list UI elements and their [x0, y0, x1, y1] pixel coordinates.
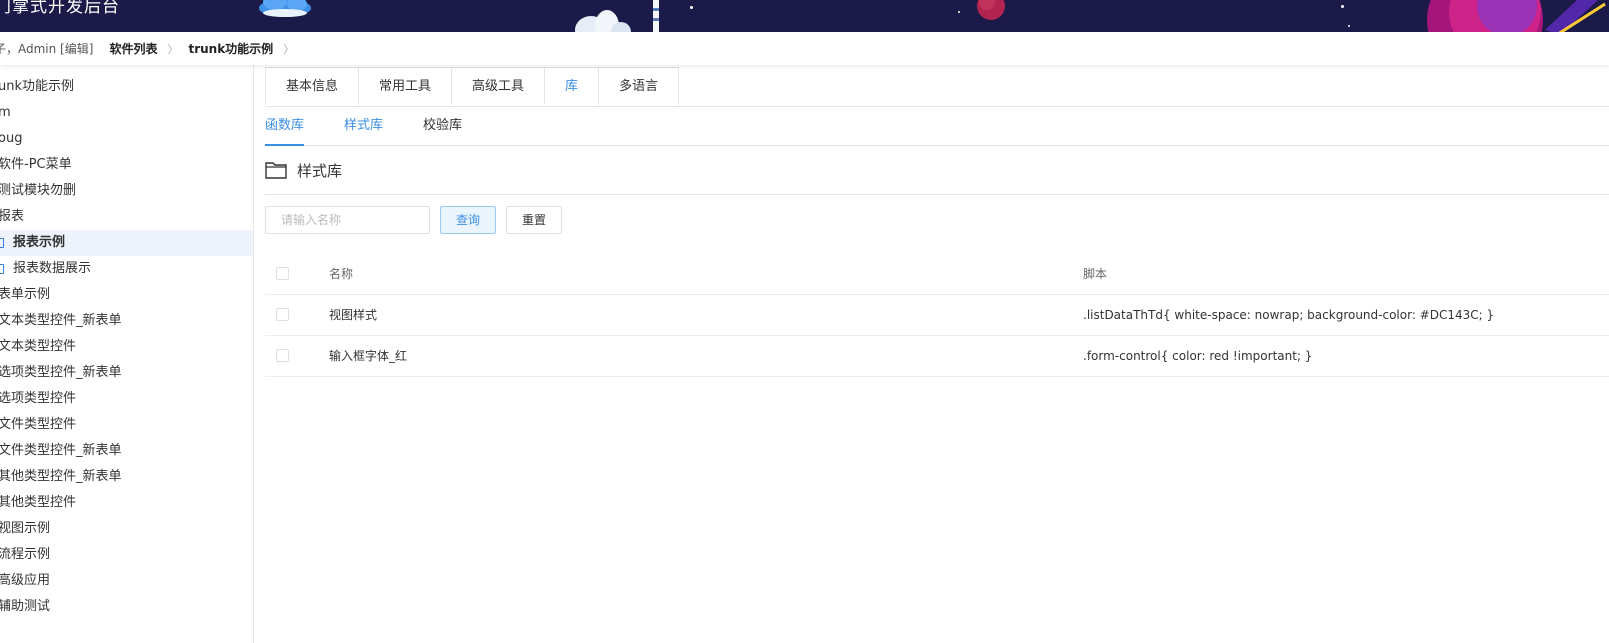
sidebar-item[interactable]: 报表 — [0, 204, 253, 230]
sidebar-item[interactable]: 软件-PC菜单 — [0, 152, 253, 178]
row-checkbox[interactable] — [276, 308, 289, 321]
sidebar-item[interactable]: 流程示例 — [0, 542, 253, 568]
sidebar-item[interactable]: 选项类型控件_新表单 — [0, 360, 253, 386]
table-row[interactable]: 视图样式 .listDataThTd{ white-space: nowrap;… — [265, 295, 1609, 336]
column-header-script: 脚本 — [1083, 267, 1108, 281]
row-name: 输入框字体_红 — [329, 349, 408, 363]
tab-common-tools[interactable]: 常用工具 — [358, 67, 453, 105]
name-search-input[interactable] — [265, 206, 430, 234]
sidebar-item-report-example[interactable]: 报表示例 — [0, 230, 253, 256]
breadcrumb-software-list[interactable]: 软件列表 — [109, 40, 157, 57]
sidebar-item[interactable]: 报表数据展示 — [0, 256, 253, 282]
search-bar: 查询 重置 — [265, 206, 563, 234]
tab-basic-info[interactable]: 基本信息 — [265, 67, 360, 105]
sidebar-item[interactable]: 选项类型控件 — [0, 386, 253, 412]
document-icon — [0, 264, 4, 274]
row-script: .form-control{ color: red !important; } — [1083, 349, 1313, 363]
breadcrumb-trunk[interactable]: trunk功能示例 — [188, 40, 273, 57]
column-header-name: 名称 — [329, 267, 354, 281]
subtab-style-library[interactable]: 样式库 — [344, 107, 383, 145]
section-title: 样式库 — [297, 162, 343, 180]
subtab-validation-library[interactable]: 校验库 — [423, 107, 462, 145]
sidebar-item[interactable]: 文本类型控件_新表单 — [0, 308, 253, 334]
sidebar: unk功能示例 m oug 软件-PC菜单 测试模块勿删 报表 报表示例 报表数… — [0, 65, 254, 643]
select-all-checkbox[interactable] — [276, 267, 289, 280]
sidebar-item[interactable]: 其他类型控件 — [0, 490, 253, 516]
chevron-right-icon: 〉 — [283, 42, 295, 56]
main-tabs: 基本信息 常用工具 高级工具 库 多语言 — [265, 67, 1609, 107]
nebula-planet-icon — [1427, 0, 1606, 32]
sidebar-item[interactable]: 测试模块勿删 — [0, 178, 253, 204]
library-subtabs: 函数库 样式库 校验库 — [265, 107, 1609, 146]
cloud-decoration-icon — [259, 0, 311, 17]
row-checkbox[interactable] — [276, 349, 289, 362]
star-icon — [690, 6, 693, 9]
tab-library[interactable]: 库 — [544, 67, 600, 105]
subtab-function-library[interactable]: 函数库 — [265, 107, 305, 146]
tab-advanced-tools[interactable]: 高级工具 — [451, 67, 546, 105]
reset-button[interactable]: 重置 — [506, 206, 563, 234]
user-greeting[interactable]: 子，Admin [编辑] — [0, 40, 93, 57]
sidebar-item[interactable]: 其他类型控件_新表单 — [0, 464, 253, 490]
sidebar-item[interactable]: 视图示例 — [0, 516, 253, 542]
style-library-table: 名称 脚本 视图样式 .listDataThTd{ white-space: n… — [265, 254, 1609, 377]
tab-multilanguage[interactable]: 多语言 — [598, 67, 680, 105]
star-icon — [1341, 5, 1344, 8]
lighthouse-icon — [653, 0, 659, 32]
row-script: .listDataThTd{ white-space: nowrap; back… — [1083, 308, 1495, 322]
sidebar-item[interactable]: oug — [0, 126, 253, 152]
breadcrumb: 子，Admin [编辑] 软件列表 〉 trunk功能示例 〉 — [0, 32, 1609, 65]
sidebar-item[interactable]: m — [0, 100, 253, 126]
table-row[interactable]: 输入框字体_红 .form-control{ color: red !impor… — [265, 336, 1609, 377]
folder-icon — [265, 162, 287, 179]
top-banner: 门掌式开发后台 — [0, 0, 1609, 32]
table-header-row: 名称 脚本 — [265, 254, 1609, 295]
sidebar-item[interactable]: unk功能示例 — [0, 74, 253, 100]
query-button[interactable]: 查询 — [440, 206, 497, 234]
sidebar-item[interactable]: 文本类型控件 — [0, 334, 253, 360]
section-header: 样式库 — [265, 158, 1609, 195]
star-icon — [958, 11, 960, 13]
sidebar-item[interactable]: 高级应用 — [0, 568, 253, 594]
rock-decoration-icon — [575, 10, 631, 32]
chevron-right-icon: 〉 — [167, 42, 179, 56]
sidebar-item[interactable]: 文件类型控件 — [0, 412, 253, 438]
app-title: 门掌式开发后台 — [0, 0, 120, 17]
sidebar-item[interactable]: 辅助测试 — [0, 594, 253, 620]
row-name: 视图样式 — [329, 308, 378, 322]
planet-icon — [977, 0, 1005, 20]
document-icon — [0, 238, 4, 248]
sidebar-item[interactable]: 文件类型控件_新表单 — [0, 438, 253, 464]
sidebar-item[interactable]: 表单示例 — [0, 282, 253, 308]
star-icon — [1348, 25, 1350, 27]
